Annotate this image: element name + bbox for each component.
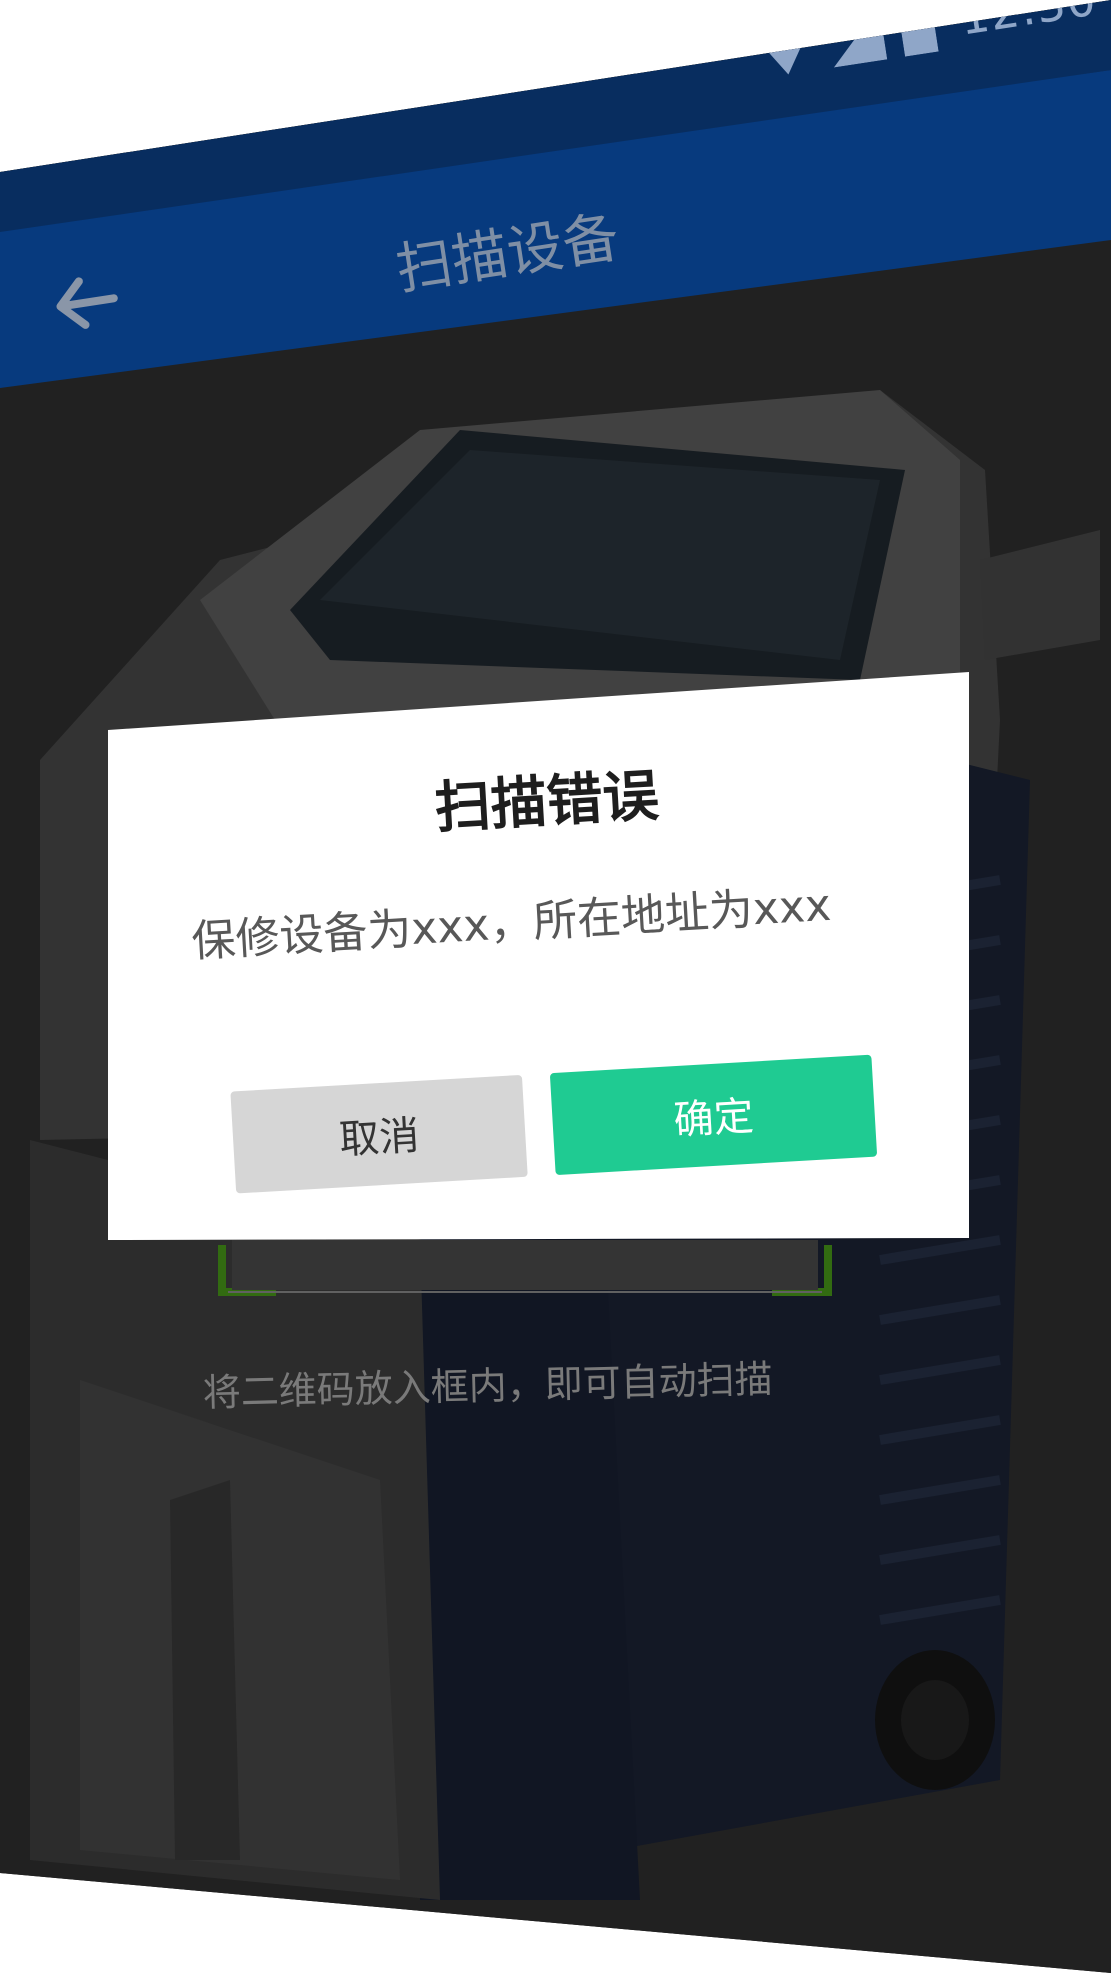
phone-screen: 12:30 扫描设备 将二维码放入框内，即可自动扫描 扫描错误 保修设备为xxx… (0, 0, 1111, 1973)
status-time: 12:30 (955, 0, 1101, 46)
error-dialog: 扫描错误 保修设备为xxx，所在地址为xxx 取消 确定 (108, 672, 969, 1240)
confirm-button[interactable]: 确定 (549, 1054, 878, 1176)
signal-icon (833, 5, 888, 68)
back-button[interactable] (48, 267, 126, 337)
battery-icon (897, 0, 939, 57)
wifi-icon (751, 23, 812, 75)
back-arrow-icon (56, 277, 118, 329)
cancel-button[interactable]: 取消 (230, 1074, 528, 1194)
dialog-message: 保修设备为xxx，所在地址为xxx (190, 879, 833, 968)
dialog-title: 扫描错误 (433, 763, 661, 842)
